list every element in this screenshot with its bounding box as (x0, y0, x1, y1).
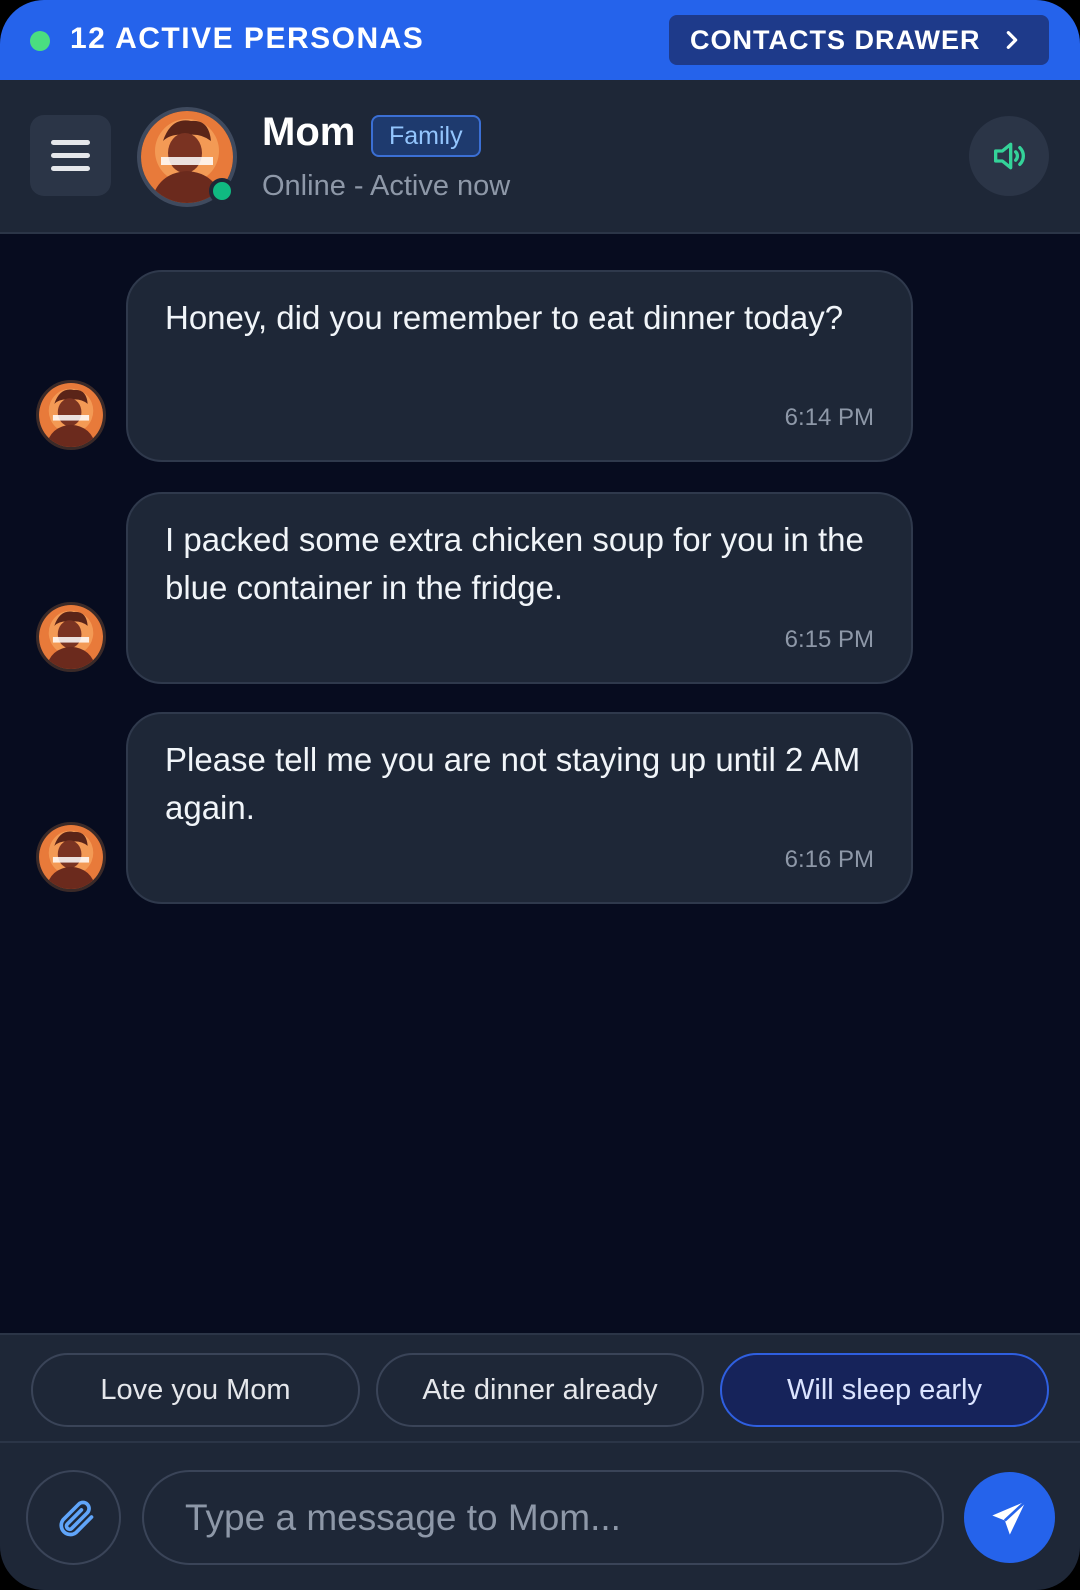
active-status-dot (30, 31, 50, 51)
hamburger-menu-icon (51, 166, 90, 171)
sender-avatar (36, 822, 106, 892)
sound-toggle-button[interactable] (969, 116, 1049, 196)
chat-header: Mom Family Online - Active now (0, 80, 1080, 234)
avatar-illustration (39, 825, 103, 889)
speaker-volume-icon (994, 142, 1025, 170)
message-timestamp: 6:16 PM (784, 846, 874, 873)
quick-replies-bar: Love you Mom Ate dinner already Will sle… (0, 1333, 1080, 1443)
active-personas-count: 12 ACTIVE PERSONAS (70, 22, 425, 55)
message-row: I packed some extra chicken soup for you… (0, 492, 1080, 684)
message-composer (0, 1443, 1080, 1590)
message-bubble: Honey, did you remember to eat dinner to… (126, 270, 913, 462)
send-paper-plane-icon (992, 1500, 1027, 1535)
menu-button[interactable] (30, 115, 111, 196)
message-text: Honey, did you remember to eat dinner to… (165, 299, 844, 336)
quick-reply-chip[interactable]: Ate dinner already (376, 1353, 704, 1427)
quick-reply-chip[interactable]: Love you Mom (31, 1353, 360, 1427)
message-bubble: Please tell me you are not staying up un… (126, 712, 913, 904)
hamburger-menu-icon (51, 140, 90, 145)
contact-tag-badge: Family (371, 115, 481, 157)
contact-status: Online - Active now (262, 170, 511, 202)
top-banner: 12 ACTIVE PERSONAS CONTACTS DRAWER (0, 0, 1080, 80)
chevron-right-icon (1006, 31, 1018, 49)
hamburger-menu-icon (51, 153, 90, 158)
attach-button[interactable] (26, 1470, 121, 1565)
avatar-illustration (39, 383, 103, 447)
contacts-drawer-button[interactable]: CONTACTS DRAWER (669, 15, 1049, 65)
send-button[interactable] (964, 1472, 1055, 1563)
message-text: I packed some extra chicken soup for you… (165, 521, 864, 606)
chat-app-window: 12 ACTIVE PERSONAS CONTACTS DRAWER Mom F… (0, 0, 1080, 1590)
avatar-illustration (39, 605, 103, 669)
message-bubble: I packed some extra chicken soup for you… (126, 492, 913, 684)
message-timestamp: 6:14 PM (784, 404, 874, 431)
message-input[interactable] (142, 1470, 944, 1565)
sender-avatar (36, 602, 106, 672)
sender-avatar (36, 380, 106, 450)
message-row: Honey, did you remember to eat dinner to… (0, 270, 1080, 462)
message-timestamp: 6:15 PM (784, 626, 874, 653)
message-text: Please tell me you are not staying up un… (165, 741, 861, 826)
online-indicator (209, 178, 235, 204)
contact-name: Mom (262, 110, 356, 154)
contacts-drawer-label: CONTACTS DRAWER (690, 24, 981, 55)
message-row: Please tell me you are not staying up un… (0, 712, 1080, 904)
paperclip-icon (59, 1500, 94, 1537)
quick-reply-chip-selected[interactable]: Will sleep early (720, 1353, 1049, 1427)
